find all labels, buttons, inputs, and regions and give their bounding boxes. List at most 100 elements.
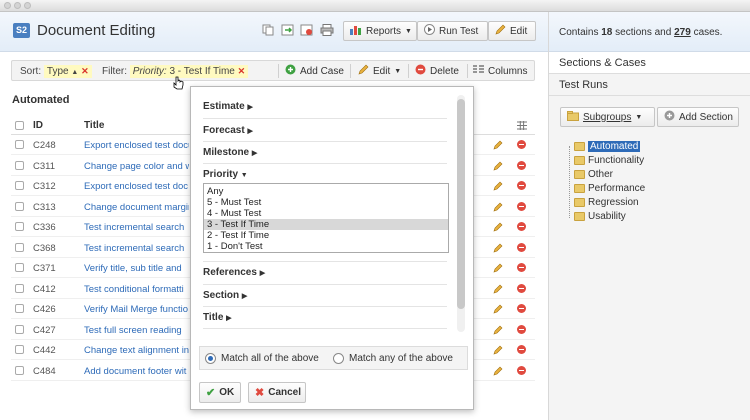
delete-icon[interactable] xyxy=(517,201,526,211)
priority-option[interactable]: 2 - Test If Time xyxy=(204,230,448,241)
export-icon[interactable] xyxy=(299,23,313,37)
priority-option[interactable]: 3 - Test If Time xyxy=(204,219,448,230)
columns-button[interactable]: Columns xyxy=(473,63,527,79)
tree-item[interactable]: Usability xyxy=(574,211,626,222)
column-settings-icon[interactable] xyxy=(517,121,527,133)
match-any-radio[interactable] xyxy=(333,353,344,364)
sort-control[interactable]: Sort: Type ▲ ✕ xyxy=(20,65,92,78)
priority-listbox[interactable]: Any 5 - Must Test 4 - Must Test 3 - Test If… xyxy=(203,183,449,253)
pencil-icon[interactable] xyxy=(493,345,503,355)
match-all-radio[interactable] xyxy=(205,353,216,364)
row-checkbox[interactable] xyxy=(15,263,24,272)
match-any-label[interactable]: Match any of the above xyxy=(349,353,453,364)
move-icon[interactable] xyxy=(280,23,294,37)
delete-icon[interactable] xyxy=(517,181,526,190)
filter-field-estimate[interactable]: Estimate ▶ xyxy=(203,101,253,112)
delete-icon[interactable] xyxy=(517,242,526,252)
row-checkbox[interactable] xyxy=(15,345,24,354)
case-title-link[interactable]: Change page color and w xyxy=(84,161,189,172)
case-title-link[interactable]: Test incremental search xyxy=(84,243,189,254)
case-title-link[interactable]: Add document footer wit xyxy=(84,366,189,377)
cases-count-link[interactable]: 279 xyxy=(674,27,691,38)
filter-field-forecast[interactable]: Forecast ▶ xyxy=(203,125,253,136)
copy-icon[interactable] xyxy=(261,23,275,37)
pencil-icon[interactable] xyxy=(493,243,503,253)
filter-value[interactable]: Priority: 3 - Test If Time ✕ xyxy=(129,65,249,78)
edit-suite-button[interactable]: Edit xyxy=(488,21,536,41)
tree-item[interactable]: Regression xyxy=(574,197,639,208)
row-checkbox[interactable] xyxy=(15,324,24,334)
clear-filter-icon[interactable]: ✕ xyxy=(238,66,246,76)
case-title-link[interactable]: Change document margin xyxy=(84,202,189,213)
pencil-icon[interactable] xyxy=(493,284,503,294)
sort-value[interactable]: Type ▲ ✕ xyxy=(43,65,92,78)
case-title-link[interactable]: Test incremental search xyxy=(84,222,189,233)
match-all-label[interactable]: Match all of the above xyxy=(221,353,319,364)
tree-item[interactable]: Functionality xyxy=(574,155,644,166)
select-all-checkbox[interactable] xyxy=(15,121,24,130)
add-section-button[interactable]: Add Section xyxy=(657,107,739,127)
delete-icon[interactable] xyxy=(517,263,526,272)
window-zoom-dot[interactable] xyxy=(24,2,31,9)
row-checkbox[interactable] xyxy=(15,181,24,190)
case-title-link[interactable]: Export enclosed test docu xyxy=(84,140,189,151)
priority-option[interactable]: Any xyxy=(204,186,448,197)
row-checkbox[interactable] xyxy=(15,242,24,252)
delete-cases-button[interactable]: Delete xyxy=(415,63,459,79)
filter-scrollbar-thumb[interactable] xyxy=(457,99,465,309)
print-icon[interactable] xyxy=(320,23,334,37)
add-case-button[interactable]: Add Case xyxy=(285,63,344,79)
delete-icon[interactable] xyxy=(517,304,526,313)
pencil-icon[interactable] xyxy=(493,325,503,335)
priority-option[interactable]: 5 - Must Test xyxy=(204,197,448,208)
window-minimize-dot[interactable] xyxy=(14,2,21,9)
pencil-icon[interactable] xyxy=(493,222,503,232)
pencil-icon[interactable] xyxy=(493,140,503,150)
tab-test-runs[interactable]: Test Runs xyxy=(549,74,750,96)
row-checkbox[interactable] xyxy=(15,365,24,375)
pencil-icon[interactable] xyxy=(493,304,503,314)
row-checkbox[interactable] xyxy=(15,160,24,170)
pencil-icon[interactable] xyxy=(493,181,503,191)
row-checkbox[interactable] xyxy=(15,201,24,211)
case-title-link[interactable]: Change text alignment in xyxy=(84,345,189,356)
run-test-button[interactable]: Run Test xyxy=(417,21,488,41)
filter-field-references[interactable]: References ▶ xyxy=(203,267,265,278)
delete-icon[interactable] xyxy=(517,324,526,334)
tree-item[interactable]: Performance xyxy=(574,183,645,194)
filter-field-section[interactable]: Section ▶ xyxy=(203,290,247,301)
delete-icon[interactable] xyxy=(517,365,526,375)
delete-icon[interactable] xyxy=(517,222,526,231)
priority-option[interactable]: 1 - Don't Test xyxy=(204,241,448,252)
pencil-icon[interactable] xyxy=(493,366,503,376)
tree-item[interactable]: Automated xyxy=(574,141,641,152)
reports-button[interactable]: Reports ▼ xyxy=(343,21,417,41)
delete-icon[interactable] xyxy=(517,160,526,170)
delete-icon[interactable] xyxy=(517,345,526,354)
filter-field-milestone[interactable]: Milestone ▶ xyxy=(203,147,257,158)
tree-item[interactable]: Other xyxy=(574,169,613,180)
pencil-icon[interactable] xyxy=(493,263,503,273)
row-checkbox[interactable] xyxy=(15,283,24,293)
tab-sections-cases[interactable]: Sections & Cases xyxy=(549,52,750,74)
subgroups-button[interactable]: Subgroups ▼ xyxy=(560,107,655,127)
delete-icon[interactable] xyxy=(517,283,526,293)
case-title-link[interactable]: Test conditional formatti xyxy=(84,284,189,295)
column-header-title[interactable]: Title xyxy=(84,120,104,131)
row-checkbox[interactable] xyxy=(15,304,24,313)
delete-icon[interactable] xyxy=(517,140,526,149)
pencil-icon[interactable] xyxy=(493,202,503,212)
filter-field-priority[interactable]: Priority ▼ xyxy=(203,169,248,180)
row-checkbox[interactable] xyxy=(15,222,24,231)
clear-sort-icon[interactable]: ✕ xyxy=(81,66,89,76)
pencil-icon[interactable] xyxy=(493,161,503,171)
edit-cases-button[interactable]: Edit ▼ xyxy=(358,63,401,79)
case-title-link[interactable]: Export enclosed test doc xyxy=(84,181,189,192)
cancel-button[interactable]: ✖ Cancel xyxy=(248,382,306,403)
filter-field-title[interactable]: Title ▶ xyxy=(203,312,232,323)
window-close-dot[interactable] xyxy=(4,2,11,9)
ok-button[interactable]: ✔ OK xyxy=(199,382,241,403)
column-header-id[interactable]: ID xyxy=(33,120,43,131)
case-title-link[interactable]: Verify Mail Merge functio xyxy=(84,304,189,315)
case-title-link[interactable]: Test full screen reading xyxy=(84,325,189,336)
